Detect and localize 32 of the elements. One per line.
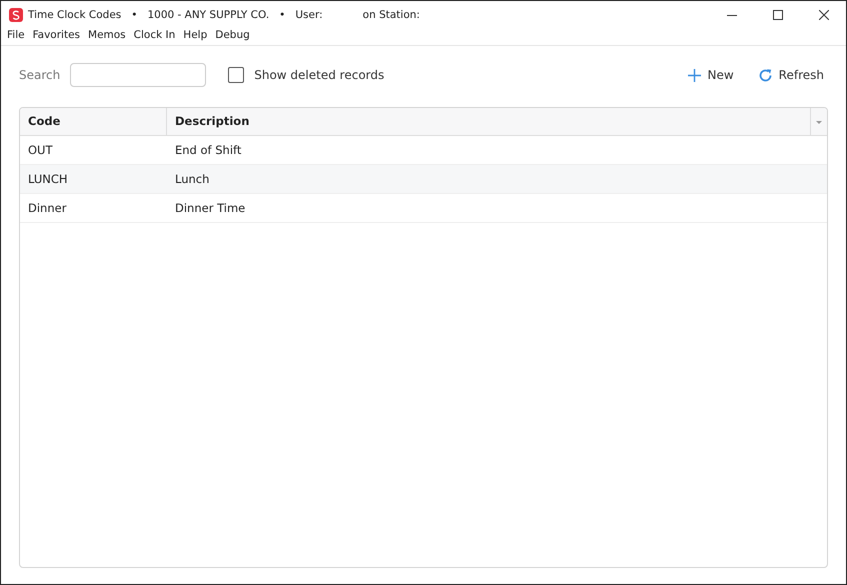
- window-title: 1000 - ANY SUPPLY CO.: [147, 9, 270, 21]
- app-logo-icon: [9, 8, 23, 22]
- table-cell-text: Lunch: [174, 171, 210, 188]
- refresh-button[interactable]: Refresh: [754, 68, 828, 82]
- checkbox[interactable]: [228, 67, 244, 83]
- table-cell-text: Dinner Time: [174, 200, 246, 217]
- new-button[interactable]: New: [684, 68, 738, 82]
- menu-item[interactable]: Clock In: [134, 29, 176, 44]
- table-cell-text: LUNCH: [27, 171, 69, 188]
- window-title: •: [131, 9, 138, 21]
- column-header[interactable]: Description: [167, 108, 810, 135]
- plus-icon: [688, 68, 702, 82]
- window-title: Time Clock Codes: [28, 9, 122, 21]
- column-header[interactable]: Code: [20, 108, 167, 135]
- window-title: •: [279, 9, 286, 21]
- menu-item[interactable]: File: [7, 29, 25, 44]
- maximize-icon[interactable]: [773, 10, 783, 20]
- close-icon[interactable]: [819, 10, 829, 20]
- menu-item[interactable]: Memos: [88, 29, 126, 44]
- minimize-icon[interactable]: [727, 14, 737, 16]
- window-title: User:: [295, 9, 323, 21]
- table-cell-text: Dinner: [27, 200, 68, 217]
- menu-item[interactable]: Favorites: [32, 29, 80, 44]
- window-title: on Station:: [362, 9, 420, 21]
- search-label: Search: [19, 68, 60, 82]
- search-field[interactable]: [70, 63, 206, 87]
- table-cell-text: End of Shift: [174, 142, 242, 159]
- table-cell-text: OUT: [27, 142, 54, 159]
- menu-item[interactable]: Help: [183, 29, 208, 44]
- menu-item[interactable]: Debug: [215, 29, 250, 44]
- checkbox-label: Show deleted records: [254, 68, 384, 82]
- refresh-icon: [758, 68, 773, 82]
